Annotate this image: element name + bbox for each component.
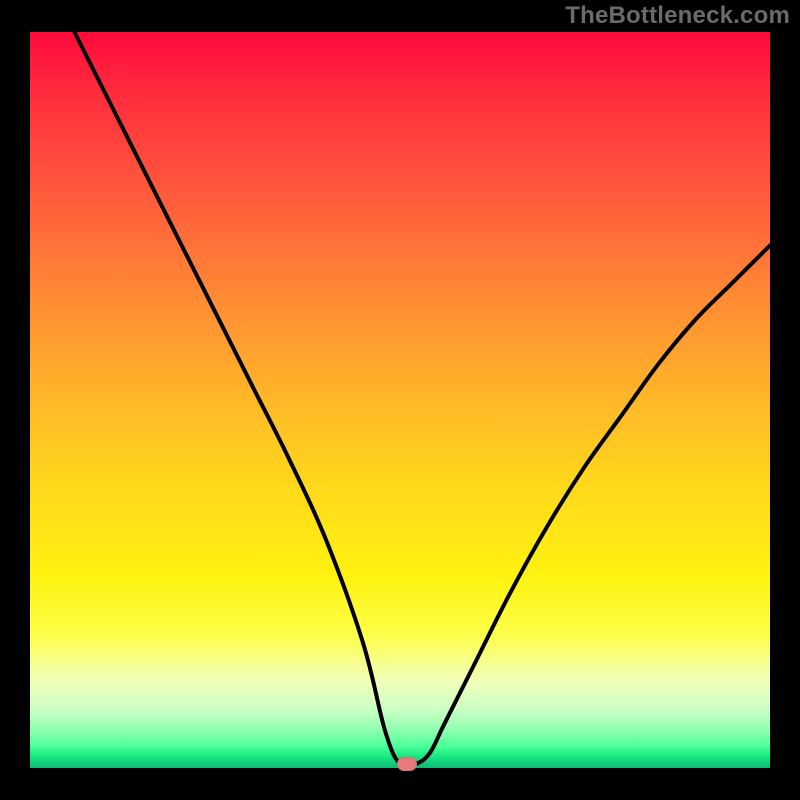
attribution-text: TheBottleneck.com [565,2,790,30]
bottleneck-curve [30,32,770,768]
optimal-point-marker [397,757,417,771]
plot-area [30,32,770,768]
chart-container: TheBottleneck.com [0,0,800,800]
